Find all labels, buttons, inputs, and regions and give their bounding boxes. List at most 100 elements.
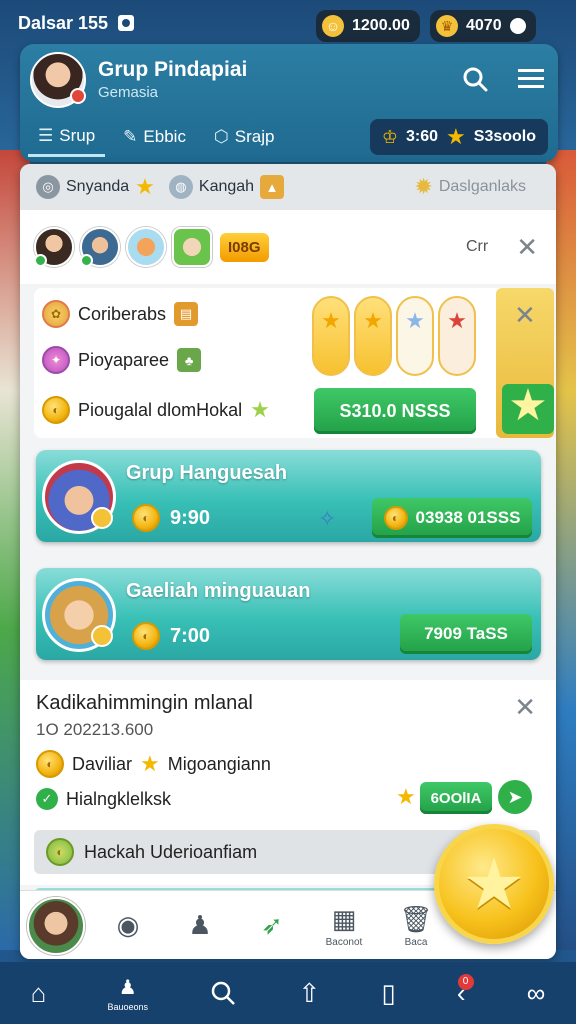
star-icon: ★ [396,784,416,809]
tab-coins-box[interactable]: ♔ 3:60 ★ S3soolo [369,119,548,155]
nav-grid[interactable]: ∞ [527,978,546,1009]
filter-snyanda[interactable]: ◎ Snyanda ★ [36,175,155,199]
avatar [27,896,85,955]
list-item[interactable]: ✿ Coriberabs ▤ [42,300,199,328]
nav-pawn[interactable]: ♟ [164,891,236,960]
nav-home[interactable]: ⌂ [31,978,47,1009]
member-avatar[interactable] [34,227,74,267]
currency-value-1: 1200.00 [352,17,410,34]
nav-grid[interactable]: ▦ Baconot [308,891,380,960]
quest-line-label: Daviliar [72,753,133,774]
menu-button[interactable] [514,62,548,96]
group-card-value-text: 9:90 [170,506,211,529]
group-card-title: Gaeliah minguauan [126,580,311,602]
chest-icon: ▤ [174,302,199,326]
list-item[interactable]: ◐ Piougalal dlomHokal ★ [42,396,270,424]
status-time: Dalsar 155 [18,12,109,33]
claim-button[interactable]: S310.0 NSSS [314,388,476,434]
coin-icon: ◐ [36,750,64,778]
group-card-value-text: 7:00 [170,624,211,647]
filter-kangah[interactable]: ◍ Kangah ▲ [168,175,285,199]
member-avatar[interactable] [172,227,212,267]
nav-bird[interactable]: ➶ [236,891,308,960]
face-coin-icon: ☺ [322,15,344,37]
badge-icon [91,625,113,647]
person-icon: ♟ [118,976,137,999]
star-icon: ★ [405,308,425,333]
currency-pill-1[interactable]: ☺ 1200.00 [316,10,420,42]
avatars-row-label: Crr [465,238,489,255]
member-avatar[interactable] [126,227,166,267]
group-card[interactable]: Grup Hanguesah ◐ 9:90 ✧ ◐ 03938 01SSS [36,450,541,542]
star-slot[interactable]: ★ [438,296,476,376]
avatars-row-actions: Crr ✕ [466,234,538,260]
tab-bar: ☰ Srup ✎ Ebbic ⬡ Srajp ♔ 3:60 ★ S3soolo [20,114,558,160]
avatar[interactable] [30,52,86,108]
play-icon[interactable]: ➤ [498,780,532,814]
star-icon: ★ [135,174,155,199]
nav-book[interactable]: ▯ [381,978,395,1009]
group-card[interactable]: Gaeliah minguauan ◐ 7:00 7909 TaSS [36,568,541,660]
nav-person[interactable]: ♟ Bauoeons [108,975,149,1012]
tab-srajp[interactable]: ⬡ Srajp [204,119,285,155]
filter-label: Snyanda [66,178,130,195]
star-slot[interactable]: ★ [312,296,350,376]
page-subtitle: Gemasia [98,84,159,101]
brush-icon: ✎ [123,127,138,146]
quest-line-label: Hialngklelksk [66,788,172,809]
close-icon[interactable]: ✕ [514,694,536,720]
globe-icon: ◍ [168,175,193,199]
member-avatars-row: I08G Crr ✕ [20,210,556,284]
member-avatar[interactable] [80,227,120,267]
star-icon: ★ [363,308,383,333]
info-icon [509,18,526,34]
nav-house-up[interactable]: ⇧ [298,978,320,1009]
menu-icon [518,69,544,88]
nav-eye[interactable]: ◉ [92,891,164,960]
star-icon: ★ [250,397,270,422]
star-icon[interactable]: ★ [502,384,554,434]
group-card-value: ◐ 9:90 [132,504,210,532]
quest-date: 1O 202213.600 [36,720,154,739]
search-icon [463,67,488,92]
nav-search[interactable] [209,979,237,1007]
filter-right[interactable]: ✹ Daslganlaks [414,176,526,198]
online-dot-icon [80,254,93,267]
notification-icon [118,15,135,31]
nav-back[interactable]: ‹ 0 [457,973,474,1009]
tab-ebbic[interactable]: ✎ Ebbic [113,119,196,155]
online-dot-icon [34,254,47,267]
group-avatar [42,460,116,534]
list-item[interactable]: ✦ Pioyaparee ♣ [42,346,202,374]
group-card-button[interactable]: ◐ 03938 01SSS [372,498,532,538]
star-coin-button[interactable]: ★ [434,824,554,944]
star-icon: ★ [321,308,341,333]
search-button[interactable] [458,62,492,96]
grid-icon: ∞ [526,977,546,1008]
home-icon: ⌂ [30,977,47,1008]
group-card-button-label: 03938 01SSS [415,508,521,527]
tab-srup[interactable]: ☰ Srup [28,118,106,157]
group-avatar [42,578,116,652]
list-item-label: Pioyaparee [78,349,170,370]
pet-icon: ♣ [177,348,202,372]
quest-title: Kadikahimmingin mlanal [36,692,253,714]
group-card-button[interactable]: 7909 TaSS [400,614,532,654]
star-slot[interactable]: ★ [396,296,434,376]
gem-icon: ✦ [42,346,70,374]
star-icon: ★ [447,308,467,333]
close-icon[interactable]: ✕ [516,234,538,260]
nav-label: Baconot [325,936,363,948]
quest-line: ✓ Hialngklelksk [36,788,171,810]
crown-icon: ♛ [436,15,458,37]
filter-bar: ◎ Snyanda ★ ◍ Kangah ▲ ✹ Daslganlaks [20,164,556,210]
star-slot[interactable]: ★ [354,296,392,376]
quest-button[interactable]: 6OOlIA [420,782,492,814]
close-icon[interactable]: ✕ [514,302,536,328]
list-item-label: Coriberabs [78,303,167,324]
currency-pill-2[interactable]: ♛ 4070 [430,10,536,42]
group-card-value: ◐ 7:00 [132,622,210,650]
badge-icon [91,507,113,529]
tab-label: Ebbic [143,127,186,146]
nav-avatar[interactable] [20,891,92,960]
